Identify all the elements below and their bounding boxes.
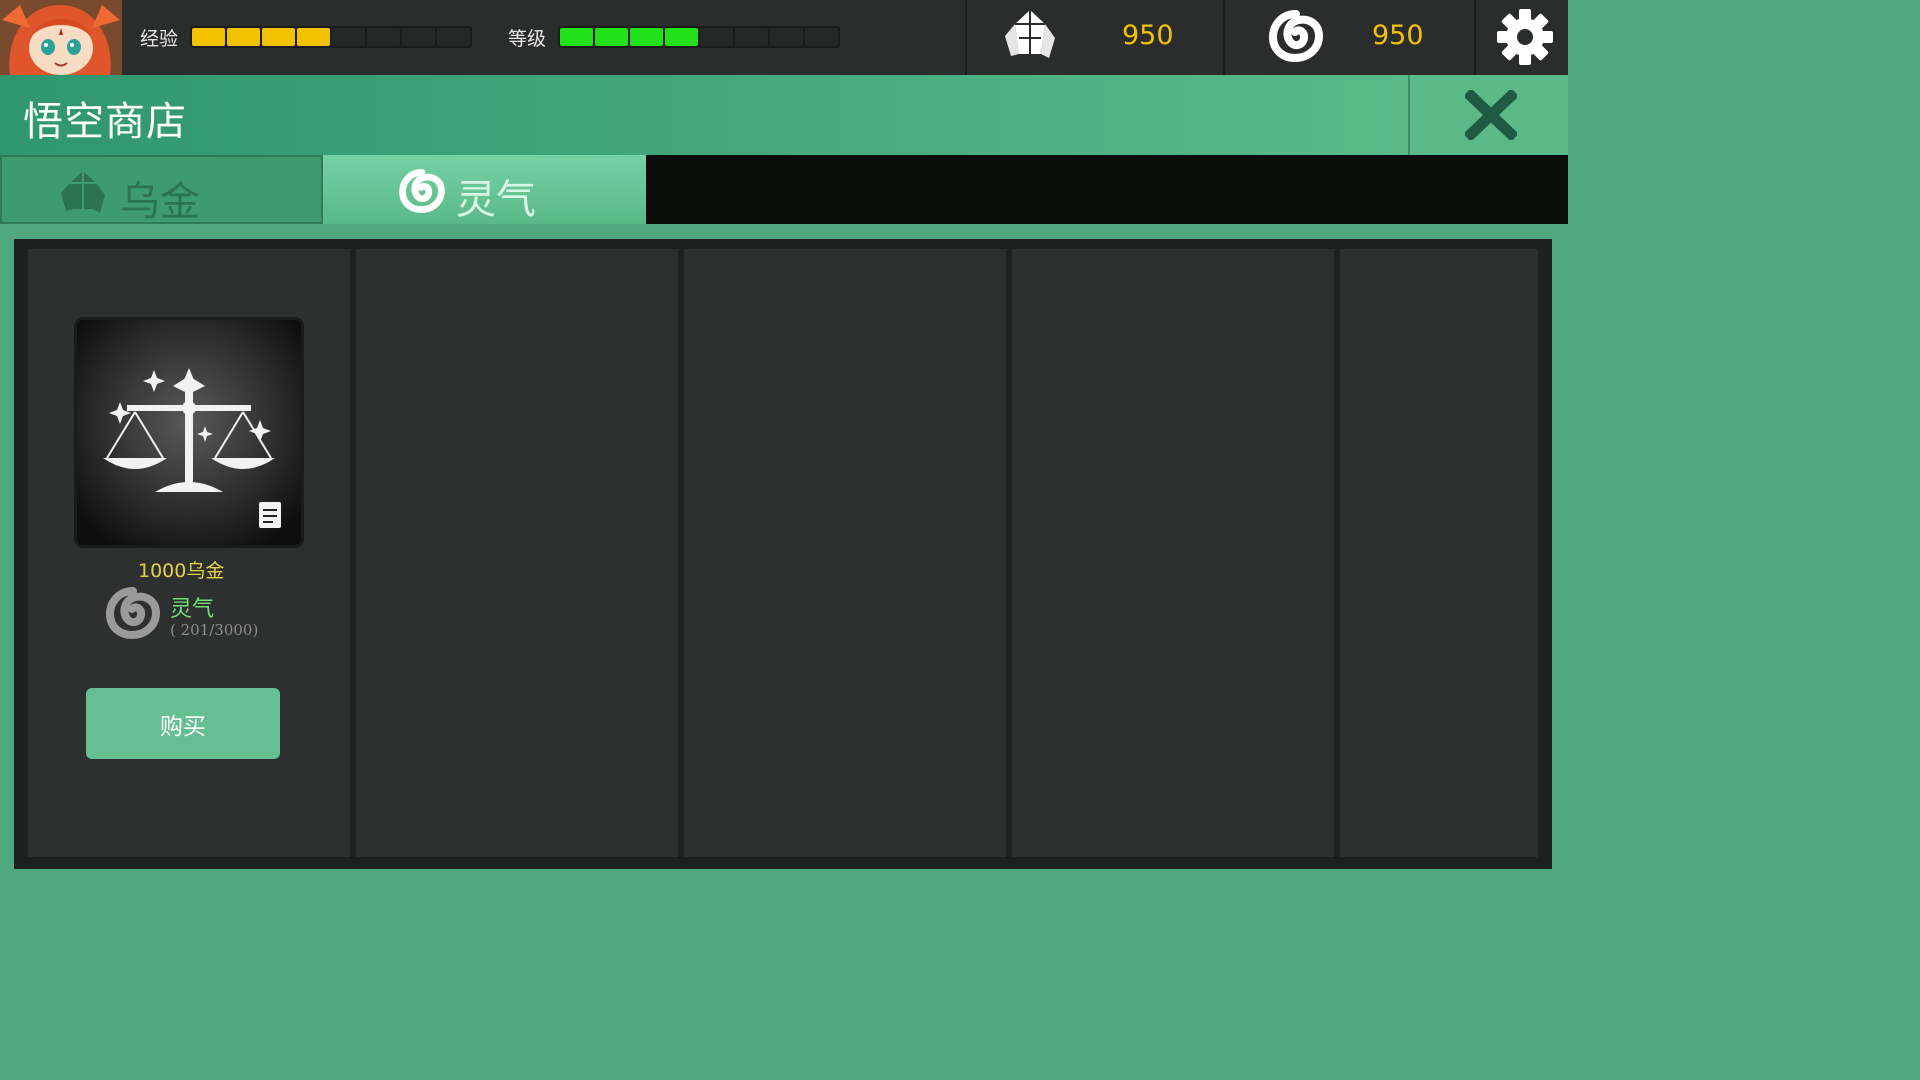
- swirl-icon: [399, 169, 445, 217]
- shop-title-bar: 悟空商店: [0, 75, 1408, 155]
- swirl-icon: [1268, 10, 1324, 66]
- tab-aura-label: 灵气: [456, 177, 536, 223]
- exp-label: 经验: [140, 28, 179, 50]
- shop-slot: [356, 249, 678, 857]
- buy-button-label: 购买: [160, 713, 206, 740]
- exp-bar: [190, 26, 472, 48]
- level-bar: [558, 26, 840, 48]
- tab-gold[interactable]: 乌金: [0, 155, 323, 225]
- shop-slot: [684, 249, 1006, 857]
- shop-slot: [1340, 249, 1538, 857]
- aura-panel: 950: [1223, 0, 1475, 75]
- gear-icon: [1496, 8, 1554, 70]
- price-currency-label: 灵气: [170, 597, 215, 622]
- settings-button[interactable]: [1474, 0, 1568, 75]
- top-bar: 经验 等级 950 950: [0, 0, 1568, 75]
- close-button[interactable]: [1408, 75, 1568, 155]
- tab-aura[interactable]: 灵气: [323, 155, 646, 224]
- price-currency-count: ( 201/3000): [170, 621, 259, 639]
- page-title: 悟空商店: [23, 99, 187, 145]
- close-icon: [1463, 88, 1519, 144]
- player-avatar[interactable]: [0, 0, 122, 75]
- scales-icon: [77, 320, 301, 545]
- tab-gold-label: 乌金: [120, 179, 200, 225]
- crystal-icon: [1001, 8, 1059, 66]
- swirl-icon: [105, 587, 161, 643]
- level-label: 等级: [508, 28, 547, 50]
- item-image[interactable]: [77, 320, 301, 545]
- crystal-icon: [58, 169, 108, 219]
- shop-slot: [1012, 249, 1334, 857]
- aura-value: 950: [1372, 20, 1424, 51]
- gold-value: 950: [1122, 20, 1174, 51]
- item-name: 1000乌金: [138, 560, 225, 582]
- buy-button[interactable]: 购买: [86, 688, 280, 759]
- gold-panel: 950: [965, 0, 1225, 75]
